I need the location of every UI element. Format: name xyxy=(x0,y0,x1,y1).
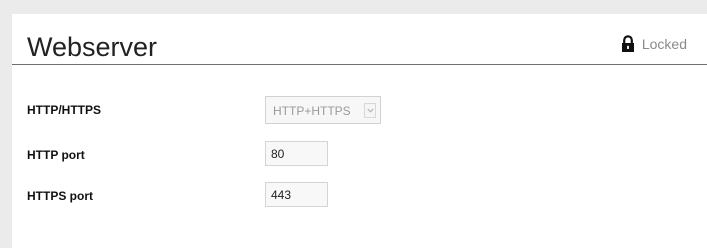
lock-status: Locked xyxy=(621,35,687,53)
https-port-input[interactable] xyxy=(265,182,328,207)
protocol-label: HTTP/HTTPS xyxy=(27,103,101,117)
chevron-down-icon xyxy=(367,108,374,113)
lock-icon xyxy=(621,35,635,53)
lock-status-text: Locked xyxy=(641,36,687,52)
protocol-select[interactable]: HTTP+HTTPS xyxy=(265,96,381,124)
http-port-label: HTTP port xyxy=(27,148,85,162)
https-port-label: HTTPS port xyxy=(27,189,93,203)
panel-header: Webserver Locked xyxy=(12,14,707,65)
webserver-panel: Webserver Locked HTTP/HTTPS HTTP+HTTPS H… xyxy=(12,14,707,248)
protocol-selected-value: HTTP+HTTPS xyxy=(273,104,351,118)
http-port-row: HTTP port xyxy=(12,141,707,171)
http-port-input[interactable] xyxy=(265,141,328,166)
page-title: Webserver xyxy=(27,32,158,62)
dropdown-arrow-button[interactable] xyxy=(364,103,376,118)
https-port-row: HTTPS port xyxy=(12,182,707,212)
protocol-row: HTTP/HTTPS HTTP+HTTPS xyxy=(12,96,707,126)
